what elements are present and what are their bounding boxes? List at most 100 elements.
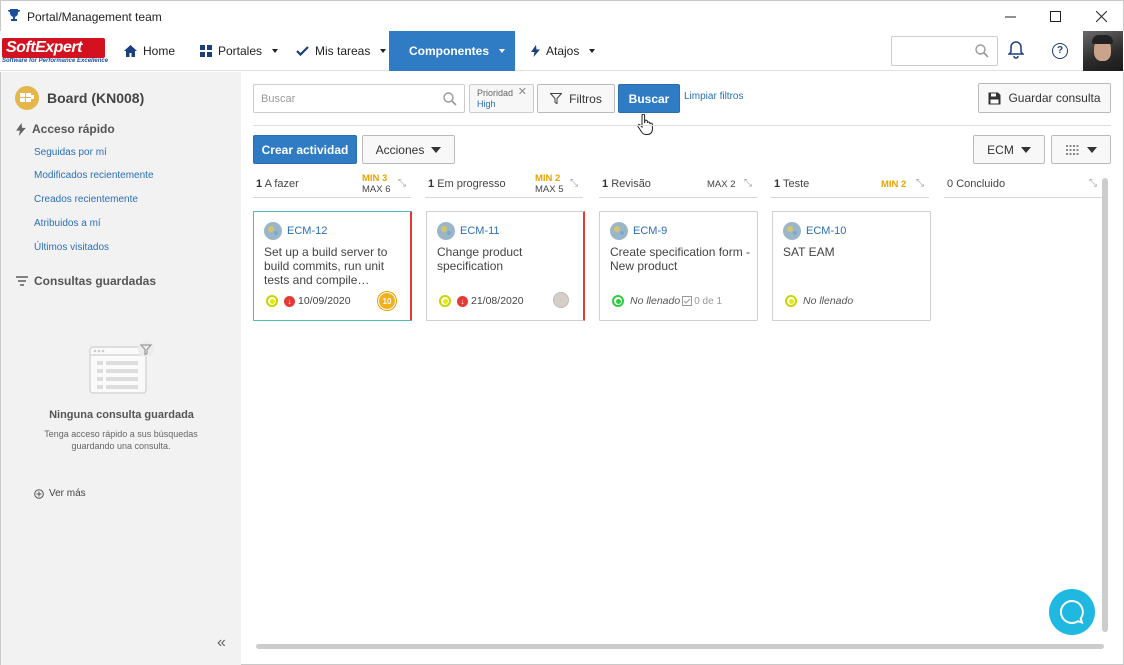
column-header-em-progresso: 1 Em progresso MIN 2 MAX 5 ⤡ — [425, 173, 583, 198]
vertical-scrollbar[interactable] — [1102, 178, 1108, 632]
status-icon — [612, 295, 624, 307]
trophy-icon — [8, 9, 20, 21]
column-limits: MAX 2 — [707, 179, 736, 190]
empty-queries-subtitle: Tenga acceso rápido a sus búsquedas guar… — [44, 429, 198, 451]
board-search-placeholder: Buscar — [261, 93, 296, 105]
card-ecm-11[interactable]: ECM-11 Change product specification ↓ 21… — [426, 211, 585, 321]
bolt-icon — [16, 122, 26, 136]
status-icon — [785, 295, 797, 307]
nav-atajos[interactable]: Atajos — [519, 31, 607, 71]
saved-queries-title: Consultas guardadas — [34, 274, 157, 288]
checklist-count: 0 de 1 — [694, 295, 723, 307]
user-avatar[interactable] — [1083, 31, 1123, 71]
see-more-label: Ver más — [49, 488, 86, 499]
collapse-column-icon[interactable]: ⤡ — [570, 178, 578, 189]
collapse-column-icon[interactable]: ⤡ — [1089, 178, 1097, 189]
card-header: ECM-9 — [610, 222, 667, 240]
board-main: Buscar Prioridad High ✕ Filtros Buscar L… — [241, 72, 1124, 665]
ecm-select[interactable]: ECM — [973, 135, 1045, 164]
status-icon — [266, 295, 278, 307]
card-ecm-10[interactable]: ECM-10 SAT EAM No llenado — [772, 211, 931, 321]
sidebar-link-assigned-to-me[interactable]: Atribuidos a mí — [34, 218, 101, 229]
save-query-label: Guardar consulta — [1008, 91, 1101, 105]
nav-home[interactable]: Home — [112, 31, 187, 71]
minimize-button[interactable] — [987, 1, 1033, 32]
close-button[interactable] — [1078, 1, 1124, 32]
filter-chip-priority: Prioridad High ✕ — [469, 84, 534, 113]
assignee-avatar[interactable] — [553, 292, 569, 308]
collapse-column-icon[interactable]: ⤡ — [916, 178, 924, 189]
column-limits: MIN 2 — [881, 179, 907, 190]
clear-filters-link[interactable]: Limpiar filtros — [684, 91, 743, 102]
card-id[interactable]: ECM-10 — [806, 225, 846, 237]
card-footer: No llenado 0 de 1 — [612, 295, 722, 307]
nav-portales[interactable]: Portales — [188, 31, 290, 71]
window-titlebar: Portal/Management team — [0, 0, 1124, 31]
priority-down-icon: ↓ — [284, 295, 295, 307]
bell-icon[interactable] — [1008, 41, 1024, 59]
checklist-progress: 0 de 1 — [682, 296, 722, 307]
card-title: Change product specification — [437, 245, 523, 273]
checkbox-icon — [682, 296, 693, 306]
logo-brand: SoftExpert — [2, 38, 105, 58]
priority-down-icon: ↓ — [457, 295, 468, 307]
see-more-link[interactable]: Ver más — [34, 488, 86, 499]
activity-icon — [437, 222, 455, 240]
card-ecm-9[interactable]: ECM-9 Create specification form - New pr… — [599, 211, 758, 321]
column-name: 1 A fazer — [256, 178, 299, 190]
chevron-down-icon — [589, 49, 596, 53]
card-id[interactable]: ECM-12 — [287, 225, 327, 237]
view-options-dropdown[interactable] — [1051, 135, 1111, 164]
filter-lines-icon — [16, 276, 28, 286]
close-icon[interactable]: ✕ — [518, 87, 527, 98]
chevron-down-icon — [380, 49, 387, 53]
board-icon — [15, 86, 39, 110]
chat-button[interactable] — [1049, 589, 1095, 635]
save-query-button[interactable]: Guardar consulta — [978, 83, 1111, 113]
grid-icon — [200, 45, 212, 57]
actions-dropdown[interactable]: Acciones — [362, 135, 455, 164]
collapse-column-icon[interactable]: ⤡ — [744, 178, 752, 189]
collapse-sidebar-icon[interactable]: « — [217, 634, 226, 652]
horizontal-scrollbar[interactable] — [256, 644, 1104, 649]
home-icon — [124, 45, 137, 57]
sidebar-link-followed[interactable]: Seguidas por mí — [34, 147, 107, 158]
sidebar-link-last-visited[interactable]: Últimos visitados — [34, 242, 109, 253]
sidebar-link-recently-created[interactable]: Creados recientemente — [34, 194, 138, 205]
filter-icon — [550, 93, 563, 104]
card-ecm-12[interactable]: ECM-12 Set up a build server to build co… — [253, 211, 412, 321]
card-date: 10/09/2020 — [298, 295, 351, 307]
create-activity-button[interactable]: Crear actividad — [253, 135, 357, 164]
toolbar-divider — [253, 125, 1111, 126]
logo-tagline: Software for Performance Excellence — [2, 58, 109, 64]
sidebar-link-recently-modified[interactable]: Modificados recientemente — [34, 170, 154, 181]
search-icon — [443, 92, 457, 106]
saved-queries-header: Consultas guardadas — [16, 274, 156, 288]
maximize-button[interactable] — [1032, 1, 1078, 32]
nav-atajos-label: Atajos — [546, 44, 580, 58]
window-title: Portal/Management team — [27, 10, 162, 24]
collapse-column-icon[interactable]: ⤡ — [398, 178, 406, 189]
caret-down-icon — [1020, 146, 1031, 153]
actions-label: Acciones — [375, 142, 425, 157]
nav-mis-tareas[interactable]: Mis tareas — [284, 31, 398, 71]
activity-icon — [783, 222, 801, 240]
chevron-down-icon — [272, 49, 279, 53]
board-search-input[interactable]: Buscar — [253, 84, 465, 113]
filters-button[interactable]: Filtros — [537, 84, 615, 113]
nav-componentes[interactable]: Componentes — [389, 31, 515, 71]
chip-value: High — [477, 99, 496, 109]
card-header: ECM-10 — [783, 222, 846, 240]
bolt-icon — [531, 45, 540, 57]
plus-circle-icon — [34, 488, 44, 499]
status-icon — [439, 295, 451, 307]
global-search-input[interactable] — [891, 36, 998, 66]
column-name: 1 Em progresso — [428, 178, 506, 190]
help-icon[interactable]: ? — [1052, 43, 1068, 59]
softexpert-logo[interactable]: SoftExpert Software for Performance Exce… — [2, 38, 109, 65]
card-id[interactable]: ECM-9 — [633, 225, 667, 237]
board-title: Board (KN008) — [15, 86, 144, 110]
card-id[interactable]: ECM-11 — [460, 225, 500, 237]
column-header-revisao: 1 Revisão MAX 2 ⤡ — [599, 176, 757, 198]
search-button[interactable]: Buscar — [618, 84, 680, 113]
